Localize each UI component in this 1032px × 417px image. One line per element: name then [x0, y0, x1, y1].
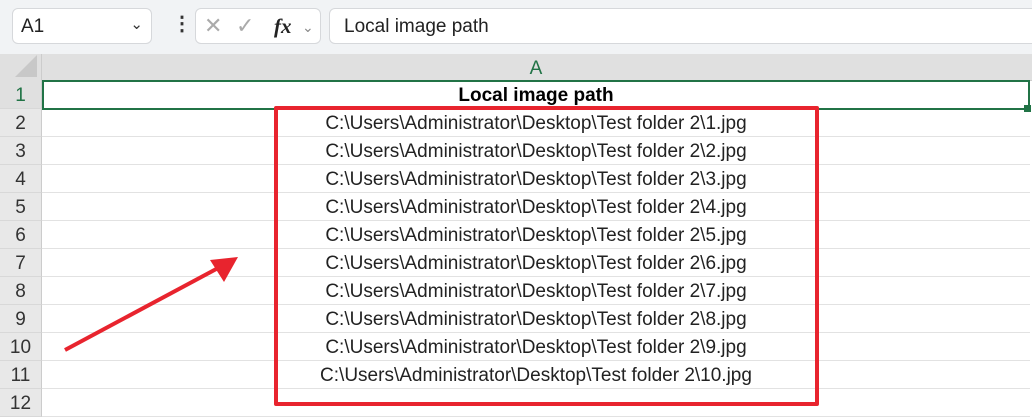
annotation-arrow-icon: [64, 257, 238, 352]
